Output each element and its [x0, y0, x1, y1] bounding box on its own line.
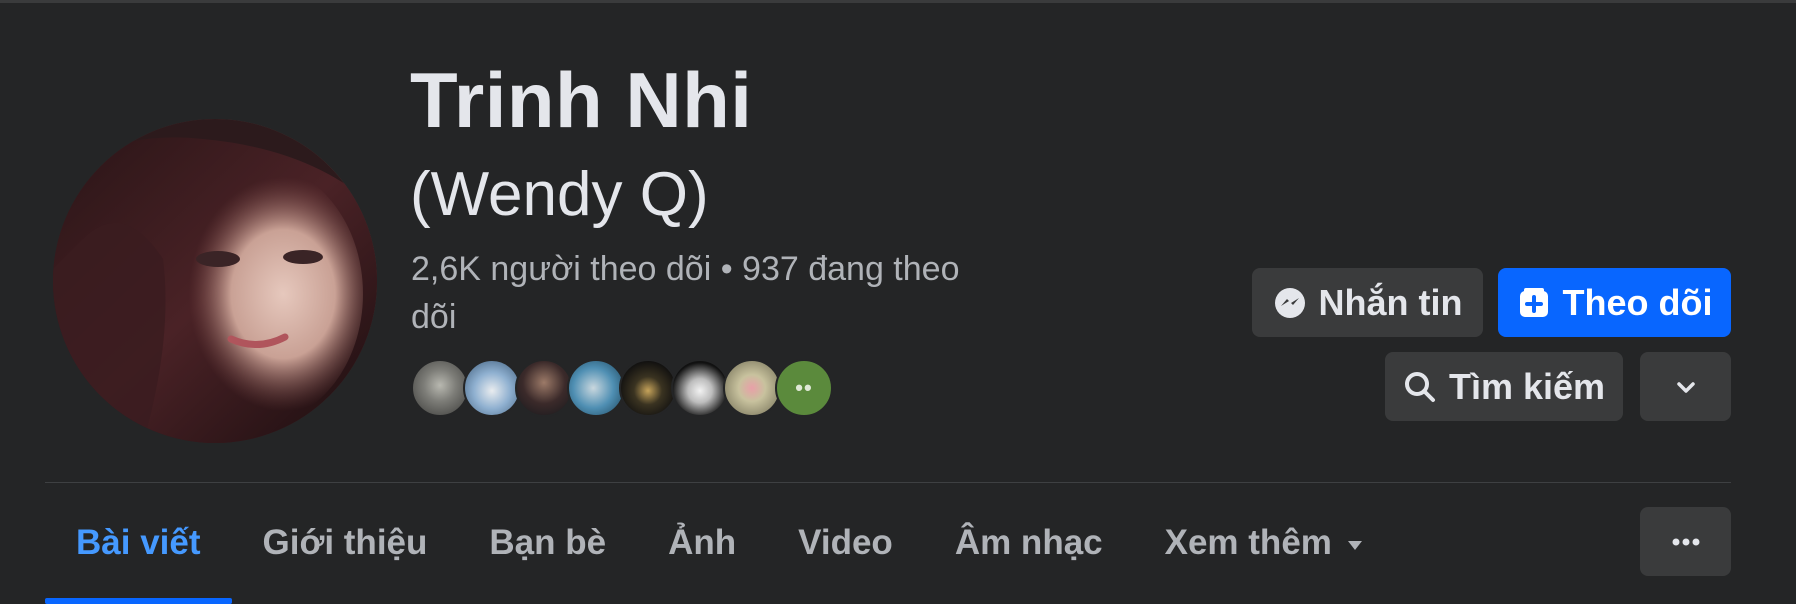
friend-avatar[interactable] [619, 359, 677, 417]
tab-label: Âm nhạc [954, 523, 1103, 562]
ellipsis-icon [1672, 538, 1699, 545]
more-friends-icon[interactable]: •• [775, 359, 833, 417]
tab-label: Bài viết [76, 523, 201, 562]
follow-stats[interactable]: 2,6K người theo dõi • 937 đang theo dõi [411, 245, 971, 341]
profile-tabs: Bài viết Giới thiệu Bạn bè Ảnh Video Âm … [45, 508, 1393, 604]
tab-label: Xem thêm [1164, 523, 1332, 562]
messenger-icon [1273, 286, 1307, 320]
friend-avatar[interactable] [411, 359, 469, 417]
search-icon [1403, 370, 1437, 404]
tab-videos[interactable]: Video [767, 508, 924, 578]
profile-name: Trinh Nhi [410, 56, 753, 144]
tab-label: Bạn bè [489, 523, 607, 562]
profile-alternate-name: (Wendy Q) [410, 160, 709, 229]
tab-about[interactable]: Giới thiệu [232, 508, 459, 578]
avatar-image [53, 119, 377, 443]
tab-label: Video [798, 523, 893, 562]
tab-label: Ảnh [668, 523, 737, 562]
friend-avatar[interactable] [515, 359, 573, 417]
friend-avatar[interactable] [671, 359, 729, 417]
friend-avatar[interactable] [567, 359, 625, 417]
tab-music[interactable]: Âm nhạc [924, 508, 1134, 578]
more-options-button[interactable] [1640, 507, 1731, 576]
friend-avatar[interactable] [723, 359, 781, 417]
header-divider [45, 482, 1731, 483]
follow-button-label: Theo dõi [1562, 281, 1713, 323]
tab-friends[interactable]: Bạn bè [458, 508, 637, 578]
tab-label: Giới thiệu [262, 523, 428, 562]
chevron-down-icon [1676, 381, 1695, 393]
message-button-label: Nhắn tin [1318, 281, 1463, 323]
message-button[interactable]: Nhắn tin [1252, 268, 1483, 337]
profile-header: Trinh Nhi (Wendy Q) 2,6K người theo dõi … [0, 0, 1796, 604]
friend-avatars: •• [411, 359, 833, 419]
profile-options-dropdown[interactable] [1640, 352, 1731, 421]
tab-photos[interactable]: Ảnh [637, 508, 767, 578]
search-button-label: Tìm kiếm [1448, 365, 1606, 407]
friend-avatar[interactable] [463, 359, 521, 417]
caret-down-icon [1347, 540, 1362, 550]
profile-avatar[interactable] [53, 119, 377, 443]
tab-posts[interactable]: Bài viết [45, 508, 232, 604]
search-button[interactable]: Tìm kiếm [1385, 352, 1623, 421]
follow-button[interactable]: Theo dõi [1498, 268, 1731, 337]
follow-icon [1517, 286, 1551, 320]
tab-see-more[interactable]: Xem thêm [1134, 508, 1393, 578]
